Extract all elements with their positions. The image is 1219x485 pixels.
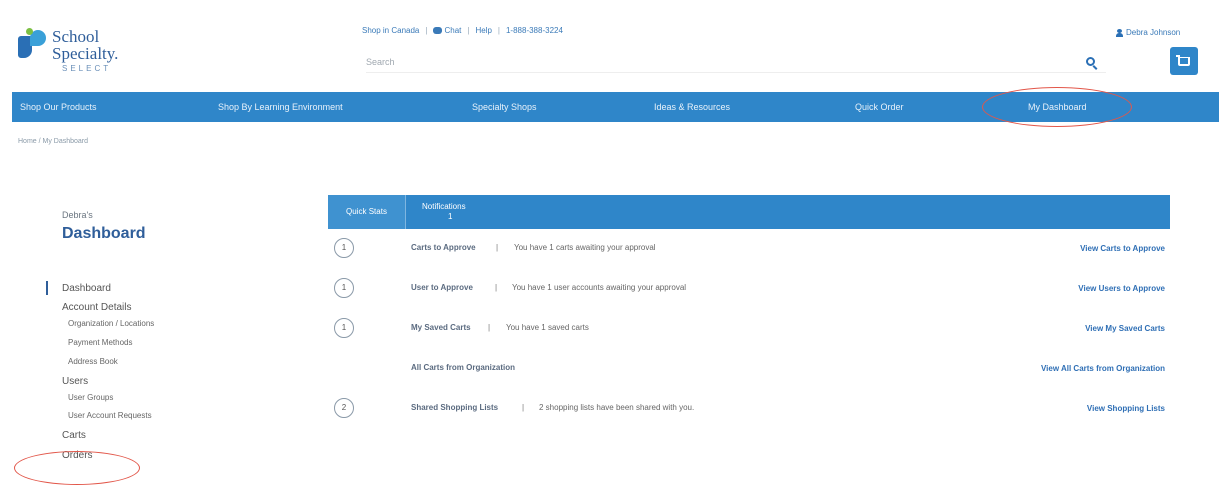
stat-row-all-carts: All Carts from Organization View All Car… — [334, 358, 1170, 378]
sidebar-title: Dashboard — [62, 225, 146, 242]
chat-link-label: Chat — [444, 26, 462, 35]
sidebar-item-user-groups[interactable]: User Groups — [62, 393, 154, 411]
cart-button[interactable] — [1170, 47, 1198, 75]
stat-row-users-to-approve: 1 User to Approve | You have 1 user acco… — [334, 278, 1170, 298]
row-description: You have 1 user accounts awaiting your a… — [512, 283, 687, 292]
view-my-saved-carts-link[interactable]: View My Saved Carts — [1085, 324, 1165, 333]
search-icon[interactable] — [1086, 57, 1095, 66]
user-account-link[interactable]: Debra Johnson — [1116, 28, 1180, 37]
sidebar-item-address-book[interactable]: Address Book — [62, 357, 154, 376]
view-shopping-lists-link[interactable]: View Shopping Lists — [1087, 404, 1165, 413]
row-description: You have 1 saved carts — [506, 323, 589, 332]
stat-row-shared-shopping-lists: 2 Shared Shopping Lists | 2 shopping lis… — [334, 398, 1170, 418]
sidebar-item-organization-locations[interactable]: Organization / Locations — [62, 319, 154, 338]
sidebar-item-users[interactable]: Users — [62, 376, 154, 393]
separator: | — [495, 283, 498, 292]
active-indicator — [46, 281, 48, 295]
user-icon — [1116, 28, 1123, 37]
separator: | — [467, 26, 470, 35]
sidebar-item-payment-methods[interactable]: Payment Methods — [62, 338, 154, 357]
count-badge: 1 — [334, 238, 354, 258]
separator: | — [488, 323, 491, 332]
shop-canada-link[interactable]: Shop in Canada — [362, 26, 419, 35]
count-badge: 1 — [334, 318, 354, 338]
nav-quick-order[interactable]: Quick Order — [855, 92, 904, 122]
logo-mark-icon — [18, 28, 48, 58]
cart-icon — [1176, 54, 1190, 66]
separator: | — [496, 243, 499, 252]
row-label: My Saved Carts — [411, 323, 471, 332]
row-label: User to Approve — [411, 283, 473, 292]
sidebar-item-dashboard[interactable]: Dashboard — [62, 283, 154, 302]
sidebar-item-carts[interactable]: Carts — [62, 430, 154, 450]
notifications-count-badge: 1 — [448, 212, 453, 222]
breadcrumb[interactable]: Home / My Dashboard — [18, 138, 88, 145]
tab-notifications-label: Notifications — [422, 202, 466, 211]
sidebar-item-account-details[interactable]: Account Details — [62, 302, 154, 319]
view-carts-to-approve-link[interactable]: View Carts to Approve — [1080, 244, 1165, 253]
nav-shop-by-learning-environment[interactable]: Shop By Learning Environment — [218, 92, 343, 122]
chat-icon — [433, 27, 443, 35]
user-name: Debra Johnson — [1126, 28, 1181, 37]
sidebar-menu: Dashboard Account Details Organization /… — [62, 283, 154, 466]
tab-quick-stats[interactable]: Quick Stats — [328, 195, 406, 229]
view-users-to-approve-link[interactable]: View Users to Approve — [1078, 284, 1165, 293]
separator: | — [425, 26, 428, 35]
search-input[interactable] — [366, 51, 1066, 73]
annotation-circle-my-dashboard — [982, 87, 1132, 127]
separator: | — [497, 26, 500, 35]
count-badge: 1 — [334, 278, 354, 298]
view-all-carts-link[interactable]: View All Carts from Organization — [1041, 364, 1165, 373]
tab-notifications[interactable]: Notifications 1 — [422, 202, 466, 223]
row-label: Carts to Approve — [411, 243, 476, 252]
row-label: All Carts from Organization — [411, 363, 516, 372]
dashboard-tabs: Quick Stats Notifications 1 — [328, 195, 1170, 229]
separator: | — [522, 403, 525, 412]
chat-link[interactable]: Chat — [433, 26, 461, 35]
nav-ideas-resources[interactable]: Ideas & Resources — [654, 92, 730, 122]
count-badge: 2 — [334, 398, 354, 418]
sidebar-owner: Debra's — [62, 210, 93, 220]
utility-bar: Shop in Canada | Chat | Help | 1-888-388… — [362, 26, 563, 35]
page: School Specialty. SELECT Shop in Canada … — [0, 0, 1219, 485]
logo-text-line3: SELECT — [62, 64, 112, 73]
nav-specialty-shops[interactable]: Specialty Shops — [472, 92, 537, 122]
help-link[interactable]: Help — [475, 26, 491, 35]
nav-shop-our-products[interactable]: Shop Our Products — [20, 92, 97, 122]
row-label: Shared Shopping Lists — [411, 403, 499, 412]
stat-row-carts-to-approve: 1 Carts to Approve | You have 1 carts aw… — [334, 238, 1170, 258]
logo-text-line2: Specialty. — [52, 44, 119, 63]
stat-row-my-saved-carts: 1 My Saved Carts | You have 1 saved cart… — [334, 318, 1170, 338]
annotation-circle-orders — [14, 451, 140, 485]
phone-number[interactable]: 1-888-388-3224 — [506, 26, 563, 35]
search-bar — [366, 51, 1106, 73]
sidebar-item-user-account-requests[interactable]: User Account Requests — [62, 411, 154, 430]
row-description: You have 1 carts awaiting your approval — [514, 243, 656, 252]
school-specialty-logo[interactable]: School Specialty. SELECT — [18, 28, 118, 73]
row-description: 2 shopping lists have been shared with y… — [539, 403, 695, 412]
logo-text-line1: School — [52, 27, 100, 46]
